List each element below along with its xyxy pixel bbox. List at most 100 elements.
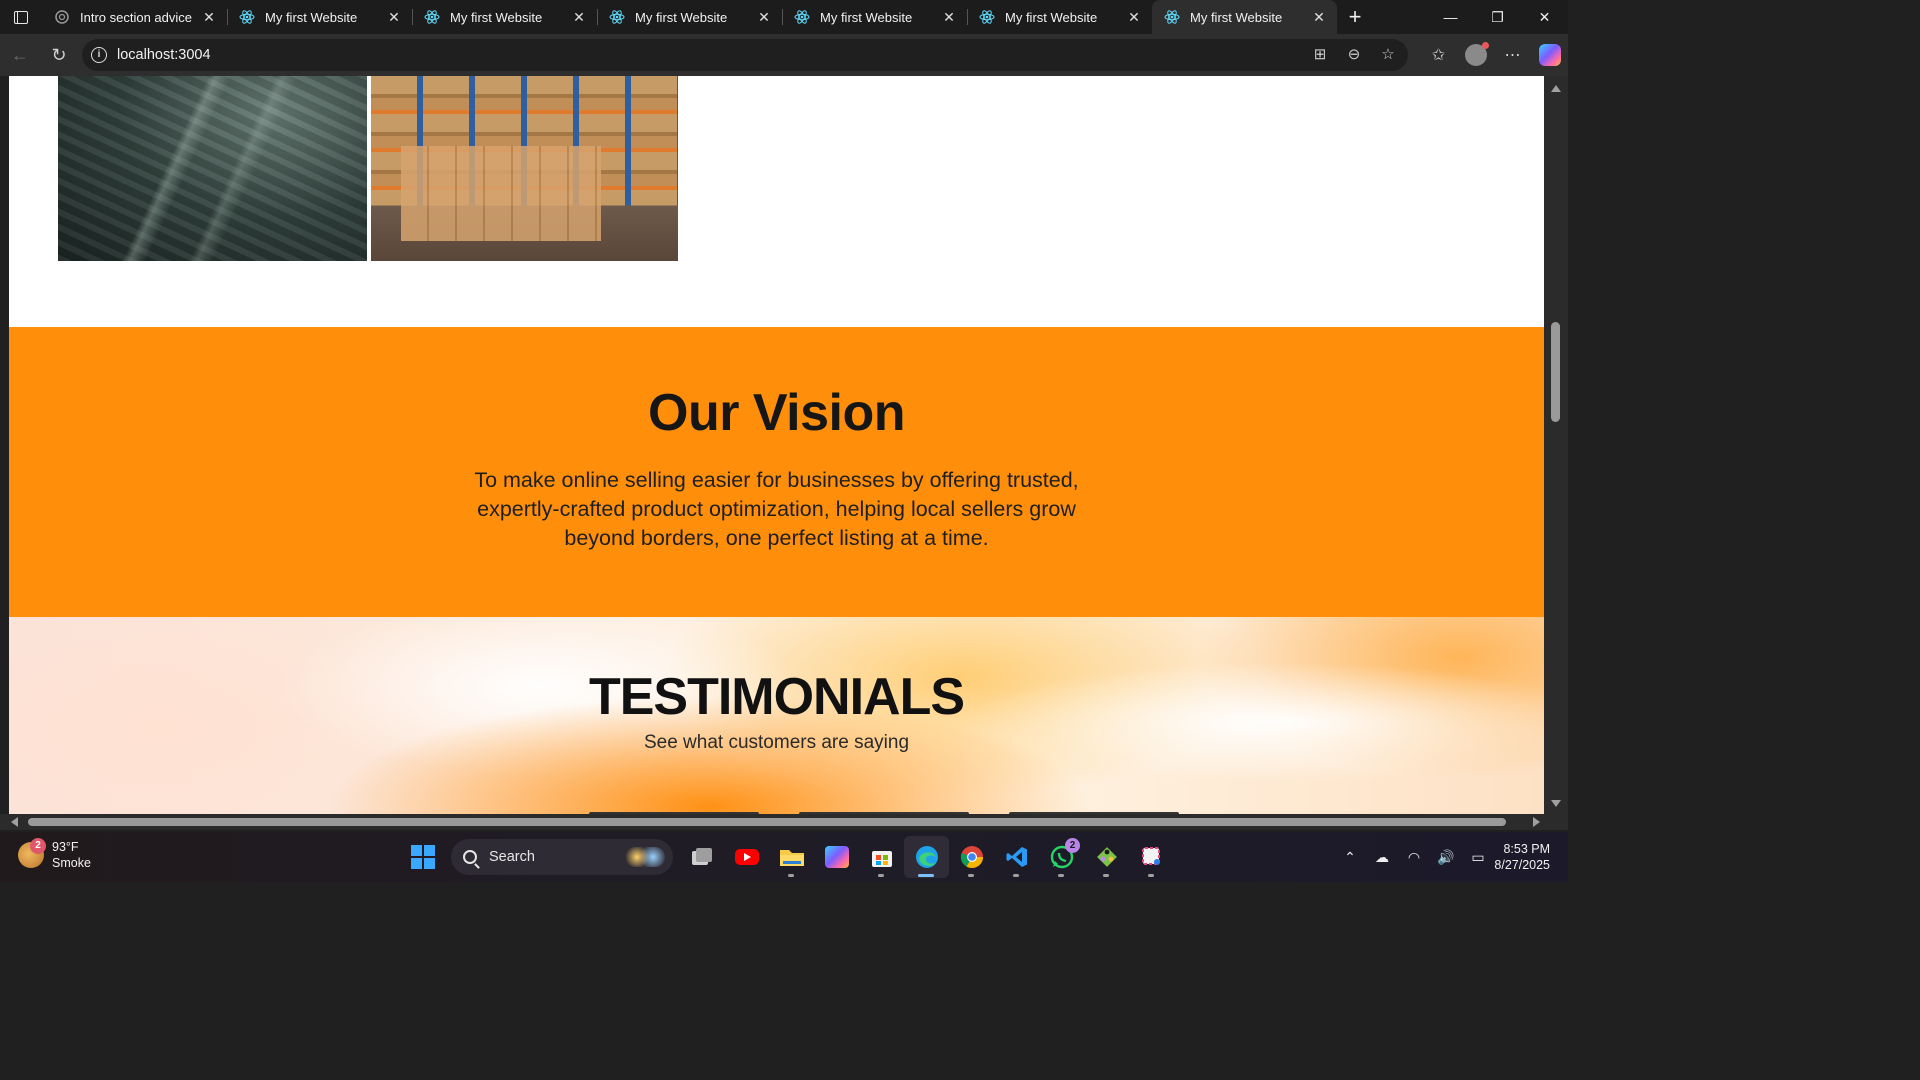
tab-close-icon[interactable]: ✕ xyxy=(756,9,772,25)
tab-title: My first Website xyxy=(820,9,913,25)
toolbar-right: ✩ ⋯ xyxy=(1420,34,1568,76)
browser-tab[interactable]: Intro section advice ✕ xyxy=(42,0,227,34)
weather-condition: Smoke xyxy=(52,856,91,870)
task-view-icon xyxy=(691,848,712,865)
new-tab-button[interactable]: + xyxy=(1337,0,1373,34)
tab-actions-button[interactable] xyxy=(0,0,42,34)
scroll-left-icon[interactable] xyxy=(11,817,18,827)
site-info-icon[interactable]: i xyxy=(91,47,107,63)
browser-tab[interactable]: My first Website ✕ xyxy=(412,0,597,34)
scroll-right-icon[interactable] xyxy=(1533,817,1540,827)
openai-icon xyxy=(55,10,69,24)
copilot-icon xyxy=(1538,44,1561,66)
running-indicator xyxy=(1013,874,1019,877)
restore-icon[interactable]: ❐ xyxy=(1474,0,1521,34)
vscode-icon xyxy=(1006,847,1027,867)
minimize-icon[interactable]: — xyxy=(1427,0,1474,34)
vision-heading: Our Vision xyxy=(648,384,905,442)
running-indicator xyxy=(918,874,934,877)
favorites-icon[interactable]: ✩ xyxy=(1420,34,1457,76)
task-view-button[interactable] xyxy=(679,836,724,878)
chevron-up-icon[interactable]: ⌃ xyxy=(1340,849,1360,866)
back-button[interactable]: ← xyxy=(1,39,39,71)
tab-close-icon[interactable]: ✕ xyxy=(1311,9,1327,25)
browser-tab[interactable]: My first Website ✕ xyxy=(227,0,412,34)
close-window-icon[interactable]: ✕ xyxy=(1521,0,1568,34)
reload-button[interactable]: ↻ xyxy=(40,39,78,71)
weather-temp: 93°F xyxy=(52,840,79,854)
vision-text: To make online selling easier for busine… xyxy=(474,468,1079,550)
copilot-app-icon xyxy=(824,846,849,868)
taskbar-clock[interactable]: 8:53 PM 8/27/2025 xyxy=(1494,841,1550,873)
wifi-icon[interactable]: ◠ xyxy=(1404,849,1424,866)
running-indicator xyxy=(878,874,884,877)
weather-text: 93°F Smoke xyxy=(52,839,91,871)
folder-icon xyxy=(779,850,804,866)
tab-strip: Intro section advice ✕ My first Website … xyxy=(0,0,1568,34)
whatsapp-badge: 2 xyxy=(1065,838,1080,853)
page-viewport: Our Vision To make online selling easier… xyxy=(9,76,1544,814)
tab-close-icon[interactable]: ✕ xyxy=(941,9,957,25)
tab-close-icon[interactable]: ✕ xyxy=(571,9,587,25)
battery-icon[interactable]: ▭ xyxy=(1468,849,1488,866)
weather-icon: 2 xyxy=(18,838,46,868)
git-app[interactable] xyxy=(1084,836,1129,878)
youtube-app[interactable] xyxy=(724,836,769,878)
settings-more-icon[interactable]: ⋯ xyxy=(1494,34,1531,76)
weather-badge: 2 xyxy=(30,838,46,854)
testimonials-heading: TESTIMONIALS xyxy=(588,668,965,726)
chrome-app[interactable] xyxy=(949,836,994,878)
horizontal-scrollbar[interactable] xyxy=(0,814,1544,830)
vertical-scroll-thumb[interactable] xyxy=(1551,322,1560,422)
scroll-down-icon[interactable] xyxy=(1551,800,1561,807)
vision-section: Our Vision To make online selling easier… xyxy=(9,327,1544,617)
tab-title: My first Website xyxy=(1190,9,1283,25)
app-available-icon[interactable]: ⊞ xyxy=(1310,45,1330,65)
browser-tab-active[interactable]: My first Website ✕ xyxy=(1152,0,1337,34)
react-icon xyxy=(1164,10,1180,24)
react-icon xyxy=(424,10,440,24)
vscode-app[interactable] xyxy=(994,836,1039,878)
tab-close-icon[interactable]: ✕ xyxy=(201,9,217,25)
copilot-button[interactable] xyxy=(1531,34,1568,76)
taskbar-apps: Search 2 xyxy=(400,836,1174,878)
running-indicator xyxy=(1058,874,1064,877)
browser-tab[interactable]: My first Website ✕ xyxy=(967,0,1152,34)
windows-logo-icon xyxy=(410,845,435,869)
start-button[interactable] xyxy=(400,836,445,878)
snipping-tool-app[interactable] xyxy=(1129,836,1174,878)
url-text[interactable]: localhost:3004 xyxy=(117,47,211,63)
weather-widget[interactable]: 2 93°F Smoke xyxy=(18,838,91,871)
tab-close-icon[interactable]: ✕ xyxy=(386,9,402,25)
store-app[interactable] xyxy=(859,836,904,878)
search-highlight-icon xyxy=(625,847,665,867)
scroll-up-icon[interactable] xyxy=(1551,85,1561,92)
react-icon xyxy=(979,10,995,24)
horizontal-scroll-thumb[interactable] xyxy=(28,818,1506,826)
taskbar-search[interactable]: Search xyxy=(451,839,673,875)
avatar xyxy=(1464,42,1489,66)
taskbar: 2 93°F Smoke Search 2 ⌃ ☁ ◠ 🔊 ▭ 8:53 PM … xyxy=(0,832,1568,882)
reload-icon: ↻ xyxy=(51,44,67,65)
react-icon xyxy=(609,10,625,24)
copilot-app[interactable] xyxy=(814,836,859,878)
git-client-icon xyxy=(1096,847,1117,867)
file-explorer-app[interactable] xyxy=(769,836,814,878)
warehouse-boxes-image xyxy=(371,76,678,261)
tab-close-icon[interactable]: ✕ xyxy=(1126,9,1142,25)
browser-tab[interactable]: My first Website ✕ xyxy=(782,0,967,34)
more-page-actions-icon[interactable]: ⊖ xyxy=(1344,45,1364,65)
favorite-star-icon[interactable]: ☆ xyxy=(1378,45,1398,65)
whatsapp-app[interactable]: 2 xyxy=(1039,836,1084,878)
system-tray: ⌃ ☁ ◠ 🔊 ▭ xyxy=(1340,832,1488,882)
volume-icon[interactable]: 🔊 xyxy=(1436,849,1456,866)
edge-app[interactable] xyxy=(904,836,949,878)
onedrive-offline-icon[interactable]: ☁ xyxy=(1372,849,1392,866)
browser-tab[interactable]: My first Website ✕ xyxy=(597,0,782,34)
factory-conveyor-image xyxy=(58,76,367,261)
address-bar[interactable]: i localhost:3004 ⊞ ⊖ ☆ xyxy=(82,39,1408,71)
tab-title: My first Website xyxy=(1005,9,1098,25)
vertical-scrollbar[interactable] xyxy=(1544,76,1568,814)
profile-button[interactable] xyxy=(1457,34,1494,76)
running-indicator xyxy=(1103,874,1109,877)
